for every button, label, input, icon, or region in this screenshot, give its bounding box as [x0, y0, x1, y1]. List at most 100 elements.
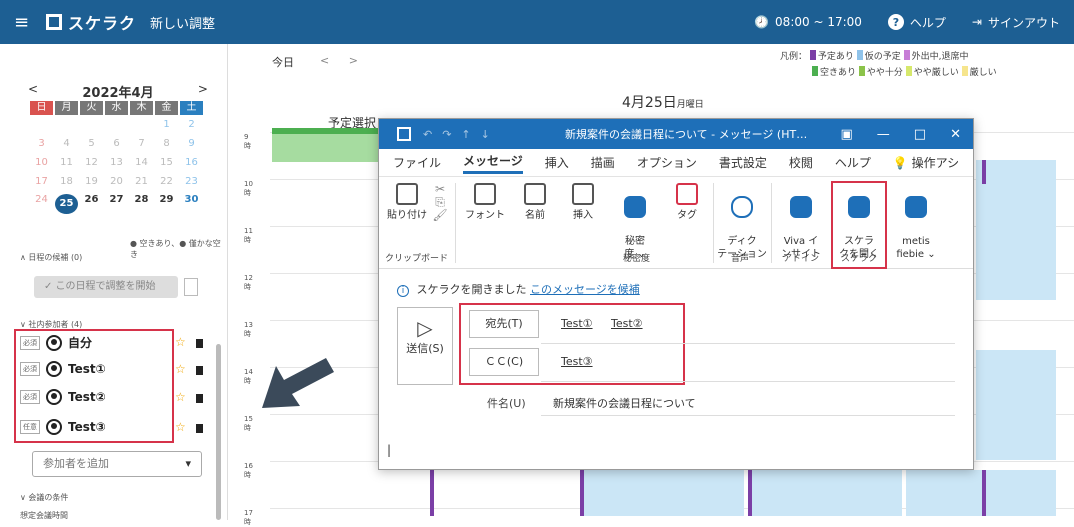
event-block[interactable] [906, 470, 1056, 516]
trash-icon[interactable] [196, 424, 203, 433]
trash-icon[interactable] [196, 394, 203, 403]
left-scrollbar[interactable] [216, 344, 221, 520]
participant-row[interactable]: 任意 Test③ [20, 419, 106, 435]
star-icon[interactable]: ☆ [175, 335, 186, 349]
calendar-day[interactable]: 24 [30, 194, 53, 214]
body-caret[interactable]: | [387, 443, 391, 457]
copy-icon[interactable] [184, 278, 198, 296]
participant-tag[interactable]: 必須 [20, 335, 40, 350]
tab-message[interactable]: メッセージ [463, 152, 523, 174]
candidates-section-toggle[interactable]: ∧ 日程の候補 (0) [20, 252, 82, 263]
hamburger-menu-icon[interactable]: ≡ [14, 12, 36, 33]
date-nav-arrows[interactable]: < > [320, 54, 366, 67]
cc-button[interactable]: ＣＣ(C) [469, 348, 539, 376]
start-adjust-button[interactable]: ✓ この日程で調整を開始 [34, 276, 178, 298]
tab-draw[interactable]: 描画 [591, 154, 615, 171]
prev-month-button[interactable]: < [28, 82, 38, 101]
calendar-day[interactable]: 9 [180, 138, 203, 149]
calendar-day[interactable]: 4 [55, 138, 78, 149]
calendar-day[interactable]: 30 [180, 194, 203, 214]
help-link[interactable]: ? ヘルプ [887, 14, 946, 31]
star-icon[interactable]: ☆ [175, 362, 186, 376]
selected-time-slot[interactable] [272, 128, 382, 162]
quick-access-icons[interactable]: ↶↷↑↓ [423, 128, 500, 141]
conditions-section-toggle[interactable]: ∨ 会議の条件 [20, 492, 68, 503]
tab-review[interactable]: 校閲 [789, 154, 813, 171]
save-icon[interactable] [397, 127, 411, 141]
paste-button[interactable]: 貼り付け [387, 183, 427, 222]
tab-tell-me[interactable]: 💡 操作アシ [893, 154, 959, 171]
today-button[interactable]: 今日 [272, 54, 294, 70]
calendar-day-selected[interactable]: 25 [55, 194, 78, 214]
calendar-day[interactable]: 3 [30, 138, 53, 149]
participant-row[interactable]: 必須 Test① [20, 361, 106, 377]
participant-tag[interactable]: 必須 [20, 362, 40, 376]
calendar-day[interactable]: 6 [105, 138, 128, 149]
calendar-day[interactable]: 8 [155, 138, 178, 149]
calendar-day[interactable]: 21 [130, 176, 153, 187]
event-block[interactable] [752, 470, 902, 516]
info-link[interactable]: このメッセージを候補 [530, 283, 640, 296]
calendar-day[interactable]: 20 [105, 176, 128, 187]
cut-copy-icons[interactable]: ✂ ⎘ 🖌 [431, 183, 449, 222]
calendar-day[interactable]: 19 [80, 176, 103, 187]
add-participant-select[interactable]: 参加者を追加 ▾ [32, 451, 202, 477]
names-button[interactable]: 名前 [515, 183, 555, 222]
calendar-day[interactable]: 26 [80, 194, 103, 214]
cc-recipient[interactable]: Test③ [561, 355, 593, 368]
to-recipient[interactable]: Test② [611, 317, 643, 330]
tab-format[interactable]: 書式設定 [719, 154, 767, 171]
font-button[interactable]: フォント [463, 183, 507, 222]
calendar-day[interactable]: 27 [105, 194, 128, 214]
tab-help[interactable]: ヘルプ [835, 154, 871, 171]
calendar-day[interactable]: 13 [105, 157, 128, 168]
star-icon[interactable]: ☆ [175, 420, 186, 434]
weekday-mon: 月 [55, 101, 78, 115]
calendar-day[interactable]: 1 [155, 119, 178, 130]
event-block[interactable] [976, 160, 1056, 300]
participant-row[interactable]: 必須 Test② [20, 389, 106, 405]
calendar-day[interactable]: 18 [55, 176, 78, 187]
to-recipient[interactable]: Test① [561, 317, 593, 330]
calendar-day[interactable]: 23 [180, 176, 203, 187]
close-icon[interactable]: ✕ [950, 127, 961, 142]
calendar-day[interactable]: 15 [155, 157, 178, 168]
participant-tag[interactable]: 必須 [20, 390, 40, 404]
calendar-day[interactable]: 12 [80, 157, 103, 168]
calendar-day[interactable]: 7 [130, 138, 153, 149]
calendar-day[interactable]: 16 [180, 157, 203, 168]
participant-row[interactable]: 必須 自分 [20, 334, 92, 351]
calendar-day[interactable]: 11 [55, 157, 78, 168]
left-panel: < 2022年4月 > 日 月 火 水 木 金 土 1 2 3 4 5 6 7 … [0, 44, 228, 520]
trash-icon[interactable] [196, 366, 203, 375]
calendar-day[interactable]: 22 [155, 176, 178, 187]
working-hours[interactable]: 🕗 08:00 ~ 17:00 [754, 15, 862, 29]
tag-button[interactable]: タグ [669, 183, 705, 222]
next-month-button[interactable]: > [198, 82, 208, 101]
event-block[interactable] [584, 470, 744, 516]
event-block[interactable] [976, 350, 1056, 460]
maximize-icon[interactable]: □ [914, 127, 926, 142]
calendar-day[interactable]: 17 [30, 176, 53, 187]
trash-icon[interactable] [196, 339, 203, 348]
calendar-day[interactable]: 14 [130, 157, 153, 168]
ribbon-display-icon[interactable]: ▣ [841, 127, 853, 142]
metis-button[interactable]: metis fiebie ⌄ [893, 183, 939, 274]
participant-tag[interactable]: 任意 [20, 420, 40, 434]
tab-options[interactable]: オプション [637, 154, 697, 171]
attach-button[interactable]: 挿入 [563, 183, 603, 222]
signout-link[interactable]: ⇥ サインアウト [972, 14, 1060, 31]
tab-file[interactable]: ファイル [393, 154, 441, 171]
star-icon[interactable]: ☆ [175, 390, 186, 404]
subject-field[interactable]: 新規案件の会議日程について [553, 395, 696, 411]
calendar-day[interactable]: 10 [30, 157, 53, 168]
to-button[interactable]: 宛先(T) [469, 310, 539, 338]
availability-legend: ● 空きあり、● 僅かな空き [130, 239, 221, 259]
calendar-day[interactable]: 28 [130, 194, 153, 214]
calendar-day[interactable]: 5 [80, 138, 103, 149]
tab-insert[interactable]: 挿入 [545, 154, 569, 171]
send-button[interactable]: ▷ 送信(S) [397, 307, 453, 385]
calendar-day[interactable]: 2 [180, 119, 203, 130]
calendar-day[interactable]: 29 [155, 194, 178, 214]
minimize-icon[interactable]: — [877, 127, 890, 142]
